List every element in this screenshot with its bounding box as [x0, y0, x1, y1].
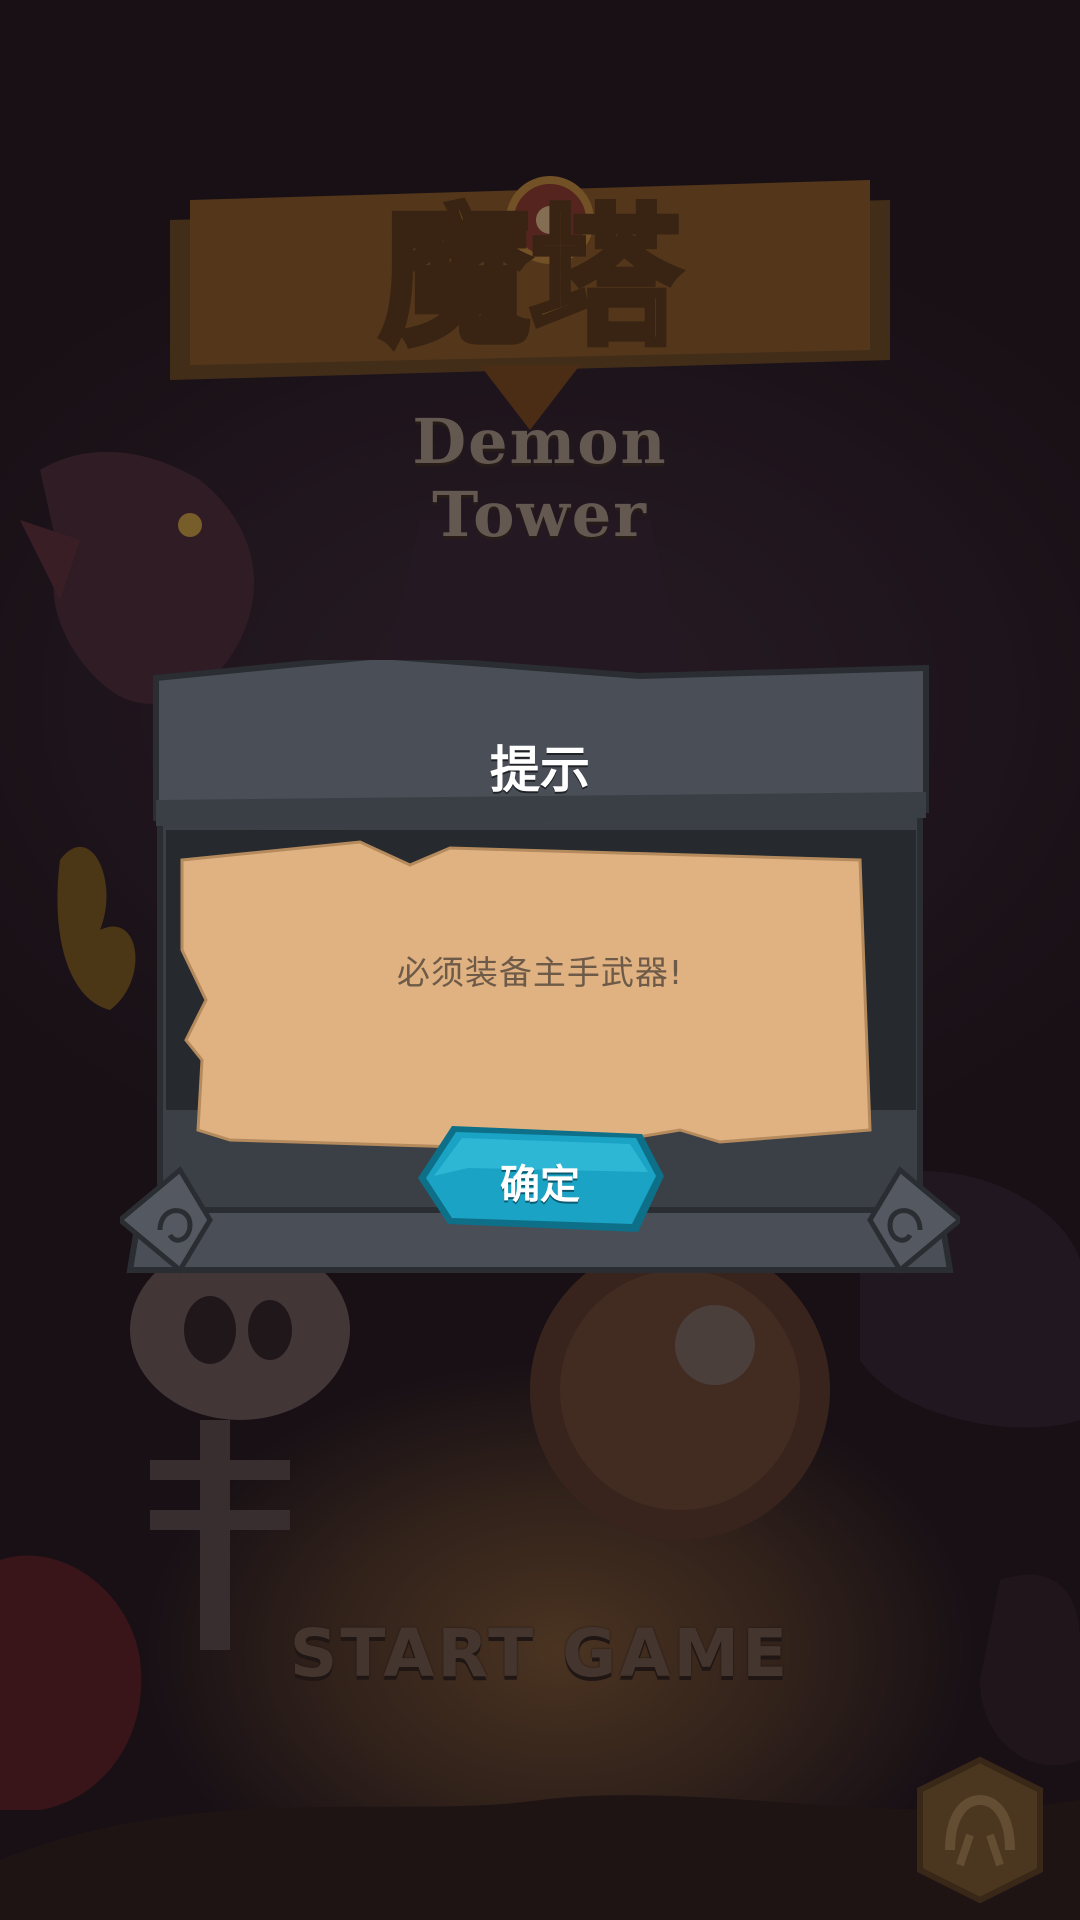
dialog-title: 提示 — [490, 741, 590, 799]
confirm-button[interactable]: 确定 — [412, 1120, 668, 1238]
confirm-button-label: 确定 — [500, 1162, 580, 1208]
game-screen: 魔塔 Demon Tower START GAME 提示 必须装备主手武器! 确… — [0, 0, 1080, 1920]
dialog-message: 必须装备主手武器! — [396, 953, 684, 992]
